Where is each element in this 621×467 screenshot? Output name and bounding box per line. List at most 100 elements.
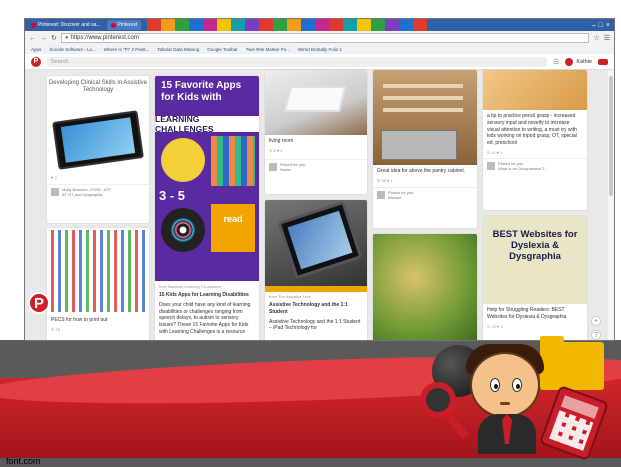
character-eye (512, 378, 522, 392)
board-name: What is an Occupational T... (498, 165, 548, 171)
pinterest-favicon-icon (31, 22, 36, 28)
bookmark-item[interactable]: Twin Rite Marker Po... (246, 47, 290, 52)
search-placeholder: Search (51, 58, 69, 65)
tab-label: Pinterest (117, 22, 138, 28)
tab-color-strip (147, 19, 428, 31)
pin-image[interactable]: Developing Clinical Skills in Assistive … (47, 76, 149, 171)
pin-image[interactable] (483, 70, 587, 110)
pin-stats: ♥ 5 (51, 175, 57, 180)
table-illustration (283, 86, 347, 112)
tablet-illustration (52, 110, 144, 170)
pin-caption: Great idea for above the pantry cabinet. (377, 168, 466, 174)
pin-image[interactable] (47, 228, 149, 314)
address-bar: ← → ↻ ● https://www.pinterest.com ☆ ☰ (25, 31, 614, 45)
pin-source[interactable]: from The Assistive Tech (265, 292, 367, 299)
pinterest-search-input[interactable]: Search (47, 56, 548, 67)
tab-label: Pinterest: Discover and sa... (38, 22, 101, 28)
browser-tab-2[interactable]: Pinterest (106, 20, 142, 30)
pin-description: Assistive Technology and the 1:1 Student… (269, 318, 361, 332)
pinterest-favicon-icon (110, 22, 116, 28)
pin-image-tag: read (211, 204, 255, 252)
shelf-illustration (383, 84, 463, 88)
calculator-keys (549, 410, 594, 451)
close-icon[interactable]: × (606, 22, 610, 29)
bookmark-item[interactable]: Suicide Software - Lo... (49, 47, 96, 52)
blocks-illustration (211, 136, 255, 186)
menu-icon[interactable]: ☰ (553, 58, 559, 66)
fridge-illustration (381, 130, 457, 160)
url-input[interactable]: ● https://www.pinterest.com (60, 33, 590, 43)
window-controls: – □ × (592, 22, 614, 29)
pin-stats: ↻ 73 (51, 326, 60, 332)
reload-icon[interactable]: ↻ (51, 34, 57, 42)
pin-stats: ↻ 8 ♥ 4 (269, 147, 283, 153)
folder-icon (540, 336, 604, 390)
pin-card[interactable]: living room ↻ 8 ♥ 4 Picked for you Home (265, 70, 367, 194)
board-thumbnail (51, 188, 59, 196)
pin-image-number: 3 - 5 (159, 188, 186, 203)
magnifier-icon (420, 382, 456, 418)
user-profile-button[interactable]: Kathie (565, 57, 592, 66)
pin-card[interactable] (373, 234, 477, 340)
maximize-icon[interactable]: □ (599, 22, 603, 29)
spiral-illustration (161, 208, 205, 252)
pin-caption: Help for Struggling Readers: BEST Websit… (487, 307, 567, 320)
pin-image[interactable]: BEST Websites for Dyslexia & Dysgraphia (483, 216, 587, 304)
bookmark-item[interactable]: Where Is "Pi" 2 Paint... (104, 47, 149, 52)
user-name: Kathie (576, 58, 592, 65)
pin-card[interactable]: from The Assistive Tech Assistive Techno… (265, 200, 367, 340)
pin-image-banner: LEARNING CHALLENGES (155, 114, 259, 134)
pin-card[interactable]: BEST Websites for Dyslexia & Dysgraphia … (483, 216, 587, 340)
minimize-icon[interactable]: – (592, 22, 596, 29)
board-name: Kitchen (388, 194, 402, 200)
pin-image[interactable] (373, 234, 477, 340)
bookmark-item[interactable]: Wired Dentally Folio 1 (298, 47, 342, 52)
pin-description: Does your child have any kind of learnin… (159, 301, 251, 335)
plus-icon[interactable]: + (591, 316, 601, 326)
pin-attribution[interactable]: Picked for you Home (265, 158, 367, 174)
pin-card[interactable]: Developing Clinical Skills in Assistive … (47, 76, 149, 223)
board-name: AT OT and Dysgraphia (62, 192, 103, 197)
pin-card[interactable]: 15 Favorite Apps for Kids with LEARNING … (155, 76, 259, 340)
pin-attribution[interactable]: Picked for you What is an Occupational T.… (483, 157, 587, 173)
star-icon[interactable]: ☆ (593, 34, 599, 42)
board-thumbnail (269, 162, 277, 171)
pin-attribution[interactable]: Molly Brannon, OTR/L, ATP AT OT and Dysgr… (47, 184, 149, 199)
bookmark-item[interactable]: Google Toolbar (207, 47, 237, 52)
pin-card[interactable]: a tip to practice pencil grasp - increas… (483, 70, 587, 210)
pin-image[interactable] (373, 70, 477, 165)
pin-image[interactable] (265, 200, 367, 286)
shelf-illustration (383, 96, 463, 100)
board-thumbnail (377, 190, 385, 199)
pin-image-text: Developing Clinical Skills in Assistive … (48, 80, 148, 94)
bookmark-item[interactable]: Apps (31, 47, 41, 52)
pecs-grid-illustration (51, 230, 145, 312)
brain-illustration (161, 138, 205, 182)
forward-icon[interactable]: → (40, 35, 47, 42)
pin-image-title: 15 Favorite Apps for Kids with (161, 80, 242, 103)
menu-icon[interactable]: ☰ (604, 34, 610, 42)
notifications-icon[interactable] (598, 58, 608, 65)
help-icon[interactable]: ? (591, 330, 601, 340)
pinterest-logo-icon: P (28, 292, 50, 314)
pinterest-header: P Search ☰ Kathie (25, 54, 614, 70)
back-icon[interactable]: ← (29, 35, 36, 42)
shelf-illustration (383, 108, 463, 112)
pinterest-logo-icon[interactable]: P (31, 56, 41, 67)
board-thumbnail (487, 161, 495, 170)
pin-stats: ↻ 22 ♥ 1 (487, 323, 503, 329)
scrollbar[interactable] (608, 70, 614, 340)
pin-card[interactable]: Great idea for above the pantry cabinet.… (373, 70, 477, 228)
scrollbar-thumb[interactable] (609, 76, 613, 196)
pin-image[interactable]: 15 Favorite Apps for Kids with LEARNING … (155, 76, 259, 281)
lock-icon: ● (64, 35, 69, 41)
slide: Pinterest: Discover and sa... Pinterest … (0, 0, 621, 467)
browser-tab-1[interactable]: Pinterest: Discover and sa... (27, 20, 105, 30)
browser-window: Pinterest: Discover and sa... Pinterest … (24, 18, 615, 341)
pin-attribution[interactable]: Picked for you Kitchen (373, 186, 477, 202)
pin-source[interactable]: from Bamboo Learning Foundation (155, 281, 259, 289)
pin-card[interactable]: PECS for how to print out ↻ 73 (47, 228, 149, 340)
bookmark-item[interactable]: Tabular Data Missing (157, 47, 199, 52)
pin-image[interactable] (265, 70, 367, 135)
pin-feed: Developing Clinical Skills in Assistive … (25, 70, 614, 340)
